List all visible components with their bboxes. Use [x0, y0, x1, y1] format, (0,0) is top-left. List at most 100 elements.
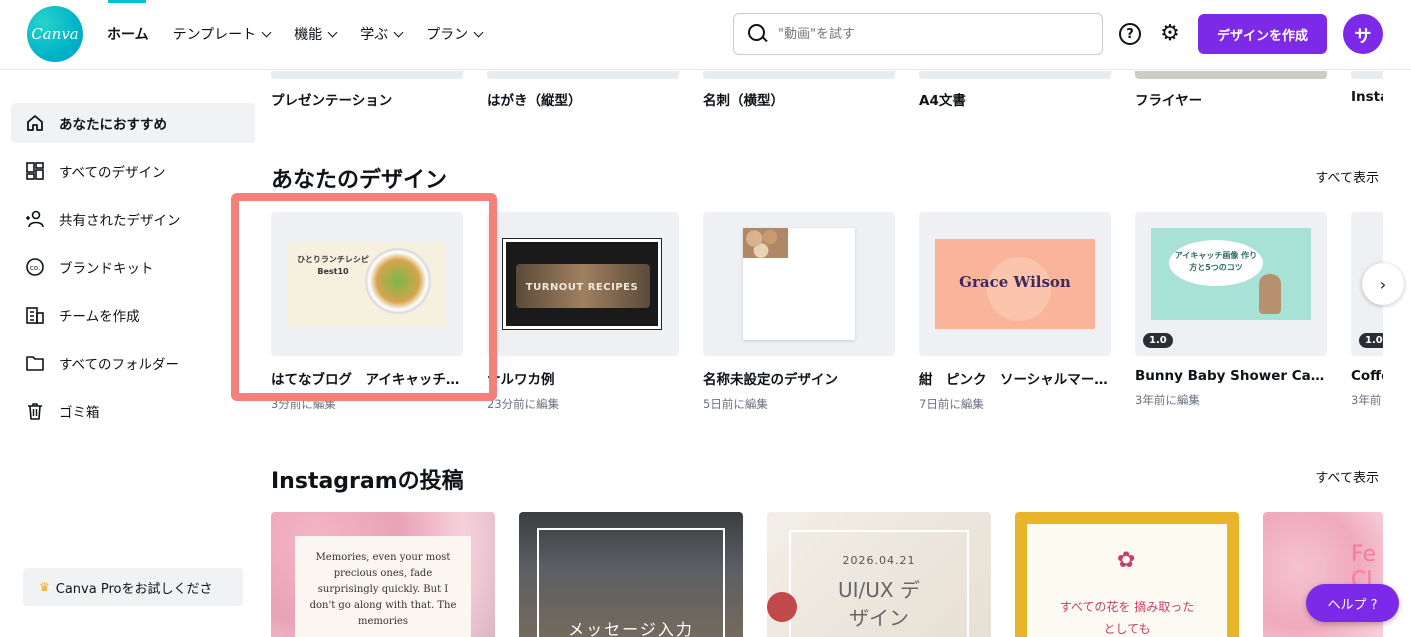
nav-templates[interactable]: テンプレート	[172, 22, 272, 46]
nav-label: プラン	[426, 27, 469, 43]
design-card[interactable]: 名称未設定のデザイン 5日前に編集	[703, 212, 895, 412]
home-icon	[25, 113, 45, 133]
sidebar-item-label: チームを作成	[59, 309, 140, 325]
create-design-button[interactable]: デザインを作成	[1198, 14, 1327, 54]
design-thumbnail[interactable]: Grace Wilson	[919, 212, 1111, 356]
sidebar: あなたにおすすめ すべてのデザイン 共有されたデザイン co. ブランドキット …	[0, 71, 260, 637]
eggs-image	[743, 228, 788, 258]
sidebar-item-label: ゴミ箱	[59, 405, 100, 421]
grid-icon	[25, 161, 45, 181]
nav-home[interactable]: ホーム	[107, 22, 149, 46]
template-thumb[interactable]	[271, 71, 463, 79]
template-text: Memories, even your most precious ones, …	[295, 536, 471, 637]
instagram-template-card[interactable]: メッセージ入力	[519, 512, 743, 637]
design-edited-time: 23分前に編集	[487, 397, 560, 411]
nav-features[interactable]: 機能	[294, 22, 338, 46]
instagram-template-card[interactable]: 2026.04.21 UI/UX デザイン	[767, 512, 991, 637]
template-thumb[interactable]	[487, 71, 679, 79]
template-label[interactable]: Insta	[1351, 89, 1383, 105]
chevron-right-icon: ›	[1379, 274, 1387, 294]
instagram-see-all-link[interactable]: すべて表示	[1315, 467, 1379, 486]
sidebar-item-for-you[interactable]: あなたにおすすめ	[11, 103, 255, 143]
design-edited-time: 3年前に編集	[1135, 393, 1200, 407]
sidebar-item-label: すべてのフォルダー	[59, 357, 180, 373]
folder-icon	[25, 353, 45, 373]
design-card[interactable]: Grace Wilson 紺 ピンク ソーシャルマー… 7日前に編集	[919, 212, 1111, 412]
instagram-template-card[interactable]: ✿ すべての花を 摘み取ったとしても	[1015, 512, 1239, 637]
design-thumbnail[interactable]: アイキャッチ画像 作り方と5つのコツ 1.0	[1135, 212, 1327, 356]
berries-image	[767, 592, 797, 622]
users-icon	[25, 209, 45, 229]
trash-icon	[25, 401, 45, 421]
canva-logo[interactable]: Canva	[27, 6, 83, 62]
thumbnail-text: アイキャッチ画像 作り方と5つのコツ	[1174, 251, 1258, 272]
thumbnail-image: Grace Wilson	[935, 239, 1095, 329]
rabbit-image	[1259, 274, 1281, 314]
gear-icon[interactable]: ⚙	[1158, 22, 1182, 46]
search-input[interactable]	[778, 26, 1078, 42]
template-text: メッセージ入力	[568, 620, 694, 637]
template-thumb[interactable]	[1351, 71, 1383, 79]
sidebar-item-label: あなたにおすすめ	[59, 117, 167, 133]
sidebar-item-create-team[interactable]: チームを作成	[11, 295, 255, 335]
nav-label: テンプレート	[172, 27, 257, 43]
sidebar-item-label: ブランドキット	[59, 261, 154, 277]
design-thumbnail[interactable]: ひとりランチレシピ Best10	[271, 212, 463, 356]
main-content: プレゼンテーション はがき（縦型） 名刺（横型） A4文書 フライヤー Inst…	[260, 71, 1383, 637]
search-icon	[748, 24, 768, 44]
thumbnail-image	[743, 228, 855, 340]
salad-image	[365, 248, 431, 314]
chevron-down-icon	[261, 27, 272, 37]
design-card[interactable]: ひとりランチレシピ Best10 はてなブログ アイキャッチ… 3分前に編集	[271, 212, 463, 412]
try-pro-button[interactable]: ♛ Canva Proをお試しくださ	[23, 568, 243, 606]
template-label[interactable]: 名刺（横型）	[703, 89, 784, 109]
template-label[interactable]: フライヤー	[1135, 89, 1202, 109]
design-edited-time: 7日前に編集	[919, 397, 984, 411]
template-label[interactable]: はがき（縦型）	[487, 89, 582, 109]
sidebar-item-shared[interactable]: 共有されたデザイン	[11, 199, 255, 239]
create-design-label: デザインを作成	[1216, 28, 1308, 44]
design-thumbnail[interactable]	[703, 212, 895, 356]
version-badge: 1.0	[1359, 333, 1383, 348]
avatar[interactable]: サ	[1343, 14, 1383, 54]
thumbnail-text: ひとりランチレシピ Best10	[297, 255, 369, 276]
thumbnail-text: Grace Wilson	[959, 273, 1071, 291]
building-icon	[25, 305, 45, 325]
template-date: 2026.04.21	[842, 554, 916, 567]
template-label[interactable]: A4文書	[919, 89, 966, 109]
nav-label: 学ぶ	[360, 27, 389, 43]
nav-learn[interactable]: 学ぶ	[360, 22, 404, 46]
design-card[interactable]: TURNOUT RECIPES ナルワカ例 23分前に編集	[487, 212, 679, 412]
design-card[interactable]: アイキャッチ画像 作り方と5つのコツ 1.0 Bunny Baby Shower…	[1135, 212, 1327, 408]
flower-icon: ✿	[1117, 548, 1136, 573]
sidebar-item-folders[interactable]: すべてのフォルダー	[11, 343, 255, 383]
template-thumb[interactable]	[919, 71, 1111, 79]
thumbnail-image: TURNOUT RECIPES	[502, 238, 662, 330]
design-title: 紺 ピンク ソーシャルマー…	[919, 372, 1108, 388]
help-icon[interactable]: ?	[1119, 23, 1141, 45]
template-label[interactable]: プレゼンテーション	[271, 89, 392, 109]
sidebar-item-all-designs[interactable]: すべてのデザイン	[11, 151, 255, 191]
sidebar-item-brand-kit[interactable]: co. ブランドキット	[11, 247, 255, 287]
nav-plans[interactable]: プラン	[426, 22, 484, 46]
template-text: すべての花を 摘み取ったとしても	[1059, 600, 1195, 636]
search-box[interactable]	[733, 13, 1103, 55]
instagram-template-card[interactable]: Memories, even your most precious ones, …	[271, 512, 495, 637]
sidebar-item-trash[interactable]: ゴミ箱	[11, 391, 255, 431]
your-designs-see-all-link[interactable]: すべて表示	[1315, 167, 1379, 186]
design-edited-time: 3分前に編集	[271, 397, 336, 411]
sidebar-item-label: 共有されたデザイン	[59, 213, 181, 229]
template-thumb[interactable]	[1135, 71, 1327, 79]
top-bar: Canva ホーム テンプレート 機能 学ぶ プラン ? ⚙ デザインを作成 サ	[0, 0, 1411, 70]
help-label: ヘルプ ?	[1327, 597, 1378, 613]
crown-icon: ♛	[39, 580, 50, 594]
template-thumb[interactable]	[703, 71, 895, 79]
carousel-next-button[interactable]: ›	[1362, 263, 1404, 305]
design-thumbnail[interactable]: TURNOUT RECIPES	[487, 212, 679, 356]
sidebar-item-label: すべてのデザイン	[59, 165, 166, 181]
design-title: Coffe	[1351, 368, 1383, 384]
design-card[interactable]: 1.0 Coffe 3年前	[1351, 212, 1383, 408]
main-nav: ホーム テンプレート 機能 学ぶ プラン	[107, 22, 506, 46]
thumbnail-image: ひとりランチレシピ Best10	[287, 242, 445, 326]
help-button[interactable]: ヘルプ ?	[1306, 584, 1399, 622]
